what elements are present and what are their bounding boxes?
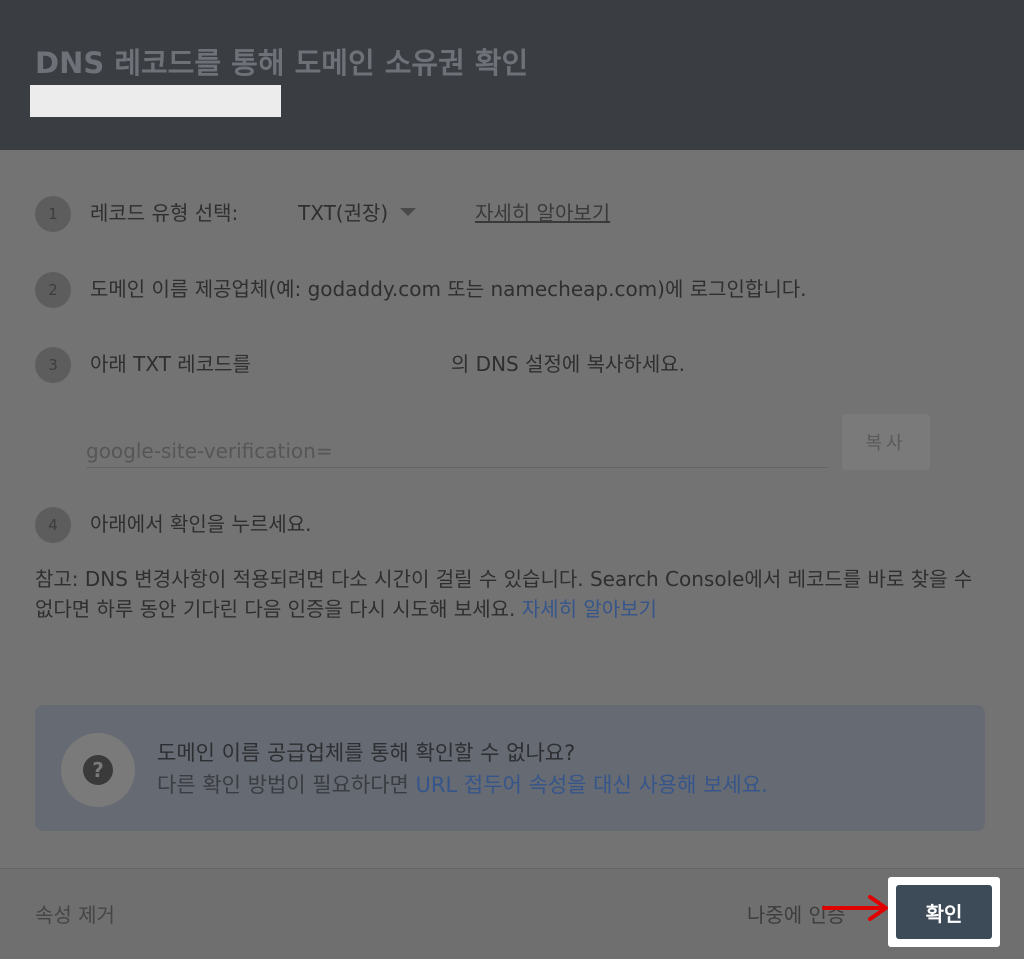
record-type-learn-more-link[interactable]: 자세히 알아보기 (475, 197, 610, 226)
dialog-footer: 속성 제거 나중에 인증 확인 (0, 868, 1024, 959)
record-type-value: TXT(권장) (298, 201, 389, 225)
step-number-4: 4 (35, 507, 71, 543)
step-1: 레코드 유형 선택: (90, 197, 238, 226)
copy-button[interactable]: 복사 (842, 414, 930, 470)
dialog-header: DNS 레코드를 통해 도메인 소유권 확인 (0, 0, 1024, 150)
dialog-title: DNS 레코드를 통해 도메인 소유권 확인 (35, 46, 529, 80)
step-2-text: 도메인 이름 제공업체(예: godaddy.com 또는 namecheap.… (90, 277, 807, 301)
alternative-method-title: 도메인 이름 공급업체를 통해 확인할 수 없나요? (157, 741, 576, 765)
verification-record-field[interactable]: google-site-verification= (86, 435, 828, 468)
verification-record-value: google-site-verification= (86, 439, 333, 463)
step-3-text-before: 아래 TXT 레코드를 (90, 352, 251, 376)
record-type-label: 레코드 유형 선택: (90, 201, 239, 225)
dropdown-arrow-icon (400, 207, 417, 216)
remove-property-button[interactable]: 속성 제거 (35, 899, 115, 928)
confirm-button[interactable]: 확인 (896, 885, 992, 939)
url-prefix-property-link[interactable]: URL 접두어 속성을 대신 사용해 보세요. (416, 773, 768, 797)
record-type-select[interactable]: TXT(권장) (298, 197, 417, 226)
step-number-1: 1 (35, 196, 71, 232)
redacted-domain (30, 85, 281, 117)
step-4-text: 아래에서 확인을 누르세요. (90, 512, 312, 536)
help-icon-circle: ? (61, 733, 135, 807)
step-number-2: 2 (35, 272, 71, 308)
alternative-method-body: 다른 확인 방법이 필요하다면 URL 접두어 속성을 대신 사용해 보세요. (157, 769, 768, 799)
note-learn-more-link[interactable]: 자세히 알아보기 (522, 597, 657, 621)
alternative-method-body-text: 다른 확인 방법이 필요하다면 (157, 773, 416, 797)
step-3-text-after: 의 DNS 설정에 복사하세요. (450, 352, 685, 376)
step-number-3: 3 (35, 347, 71, 383)
dialog-content: 1 레코드 유형 선택: TXT(권장) 자세히 알아보기 2 도메인 이름 제… (0, 150, 1024, 868)
confirm-button-highlight: 확인 (888, 877, 1000, 947)
step-3-text: 아래 TXT 레코드를 의 DNS 설정에 복사하세요. (90, 348, 685, 377)
help-icon: ? (83, 755, 113, 785)
alternative-method-box: ? 도메인 이름 공급업체를 통해 확인할 수 없나요? 다른 확인 방법이 필… (35, 705, 985, 831)
dns-note: 참고: DNS 변경사항이 적용되려면 다소 시간이 걸릴 수 있습니다. Se… (35, 564, 990, 624)
annotation-arrow-icon (822, 895, 888, 921)
dns-note-text: 참고: DNS 변경사항이 적용되려면 다소 시간이 걸릴 수 있습니다. Se… (35, 567, 973, 621)
